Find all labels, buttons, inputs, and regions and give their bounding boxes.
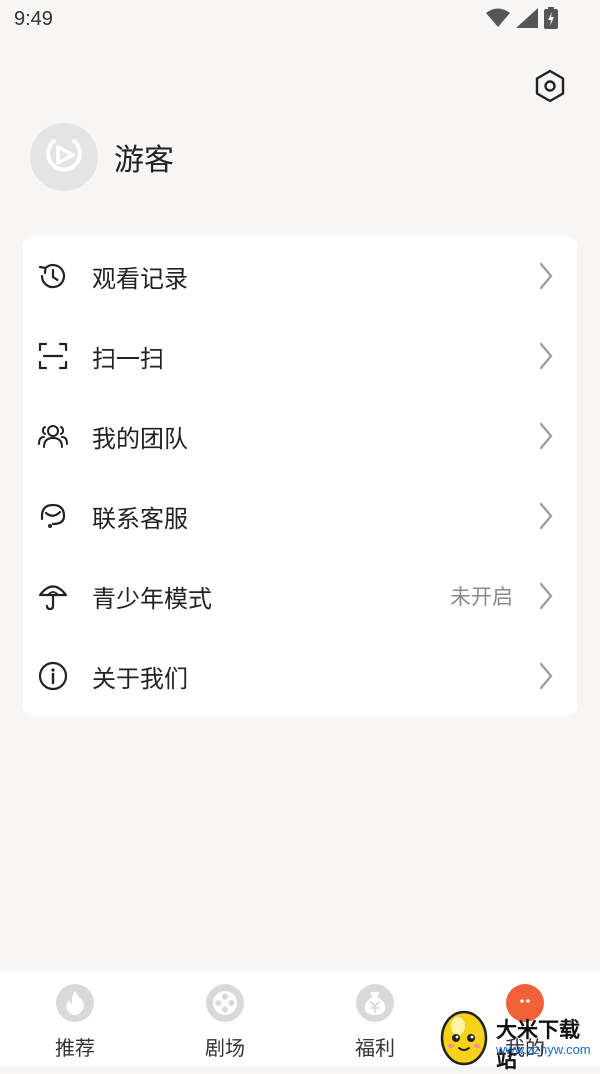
- menu-item-watch-history[interactable]: 观看记录: [23, 236, 577, 316]
- menu-item-label: 我的团队: [92, 424, 188, 453]
- username: 游客: [114, 143, 174, 178]
- chevron-right-icon: [537, 502, 555, 530]
- status-icons: [486, 7, 558, 33]
- egg-mascot-icon: [438, 1004, 490, 1070]
- umbrella-icon: [37, 580, 69, 612]
- info-icon: [37, 660, 69, 692]
- tab-welfare[interactable]: 福利: [300, 972, 450, 1066]
- watermark: 大米下载站 www.zzhyw.com: [436, 1000, 600, 1072]
- chevron-right-icon: [537, 422, 555, 450]
- settings-button[interactable]: [530, 68, 570, 108]
- menu-card: 观看记录 扫一扫 我的团队 联系客服 青少年模式 未开启 关于我们: [23, 236, 577, 716]
- menu-item-label: 关于我们: [92, 664, 188, 693]
- teen-mode-status: 未开启: [450, 585, 513, 609]
- tab-label: 福利: [355, 1036, 395, 1060]
- menu-item-label: 联系客服: [92, 504, 188, 533]
- chevron-right-icon: [537, 262, 555, 290]
- flame-icon: [56, 984, 94, 1022]
- avatar[interactable]: [30, 123, 98, 191]
- signal-icon: [516, 8, 538, 32]
- scan-icon: [37, 340, 69, 372]
- settings-hexagon-icon: [534, 69, 566, 107]
- tab-theater[interactable]: 剧场: [150, 972, 300, 1066]
- battery-icon: [544, 7, 558, 33]
- chevron-right-icon: [537, 582, 555, 610]
- headset-icon: [37, 500, 69, 532]
- menu-item-label: 观看记录: [92, 264, 188, 293]
- menu-item-scan[interactable]: 扫一扫: [23, 316, 577, 396]
- watermark-url: www.zzhyw.com: [496, 1042, 591, 1057]
- wifi-icon: [486, 8, 510, 32]
- menu-item-label: 青少年模式: [92, 584, 212, 613]
- tab-recommend[interactable]: 推荐: [0, 972, 150, 1066]
- money-bag-icon: [356, 984, 394, 1022]
- menu-item-label: 扫一扫: [92, 344, 164, 373]
- profile-header[interactable]: 游客: [30, 123, 174, 191]
- film-reel-icon: [206, 984, 244, 1022]
- menu-item-about-us[interactable]: 关于我们: [23, 636, 577, 716]
- history-icon: [37, 260, 69, 292]
- tab-label: 剧场: [205, 1036, 245, 1060]
- menu-item-my-team[interactable]: 我的团队: [23, 396, 577, 476]
- menu-item-teen-mode[interactable]: 青少年模式 未开启: [23, 556, 577, 636]
- chevron-right-icon: [537, 342, 555, 370]
- team-icon: [37, 420, 69, 452]
- chevron-right-icon: [537, 662, 555, 690]
- play-logo-icon: [44, 135, 84, 179]
- status-bar: 9:49: [0, 0, 600, 40]
- tab-label: 推荐: [55, 1036, 95, 1060]
- status-time: 9:49: [14, 8, 53, 30]
- menu-item-contact-support[interactable]: 联系客服: [23, 476, 577, 556]
